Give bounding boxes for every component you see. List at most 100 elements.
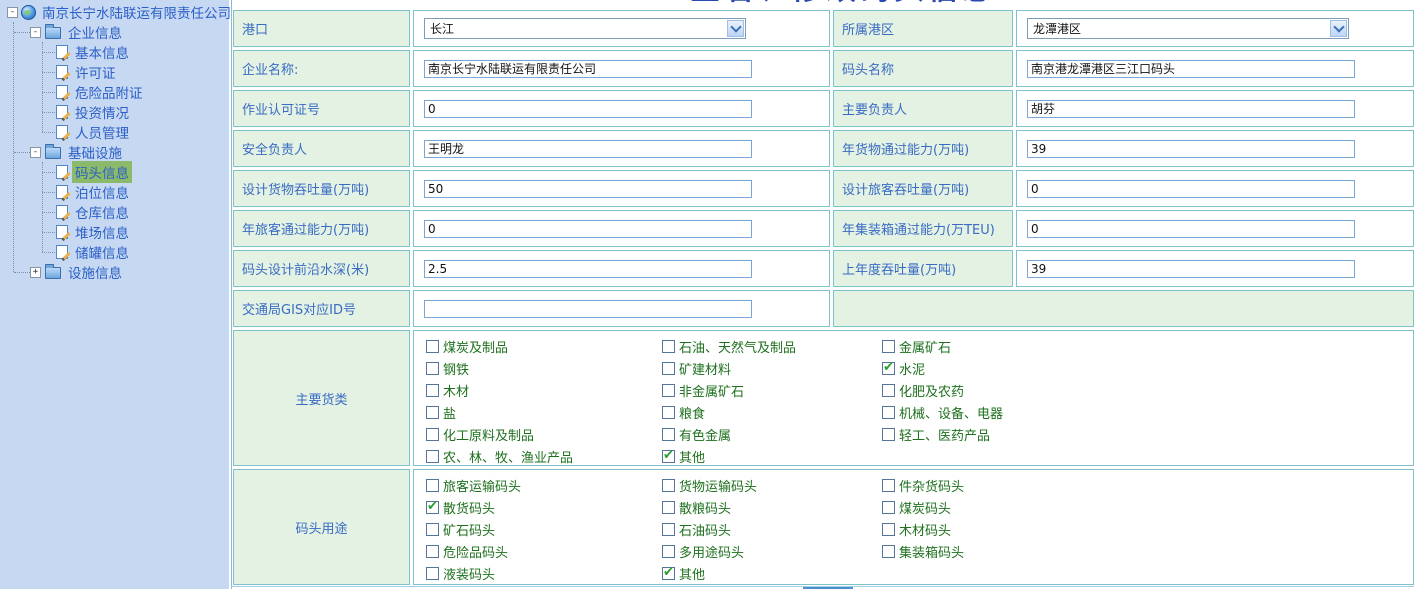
checkbox-label[interactable]: 水泥 bbox=[899, 359, 925, 378]
checkbox-label[interactable]: 木材 bbox=[443, 381, 469, 400]
tree-item-label[interactable]: 基本信息 bbox=[72, 41, 132, 63]
tree-leaf-item[interactable]: 基本信息 bbox=[0, 42, 229, 62]
checkbox[interactable] bbox=[882, 340, 895, 353]
checkbox[interactable] bbox=[662, 545, 675, 558]
checkbox-label[interactable]: 化工原料及制品 bbox=[443, 425, 534, 444]
checkbox-label[interactable]: 机械、设备、电器 bbox=[899, 403, 1003, 422]
tree-expander-icon[interactable]: - bbox=[7, 7, 18, 18]
text-input[interactable] bbox=[1027, 140, 1355, 158]
checkbox[interactable] bbox=[426, 384, 439, 397]
text-input[interactable] bbox=[424, 220, 752, 238]
checkbox[interactable] bbox=[426, 428, 439, 441]
checkbox-label[interactable]: 轻工、医药产品 bbox=[899, 425, 990, 444]
checkbox[interactable] bbox=[426, 406, 439, 419]
checkbox[interactable] bbox=[662, 523, 675, 536]
text-input[interactable] bbox=[424, 140, 752, 158]
text-input[interactable] bbox=[1027, 100, 1355, 118]
checkbox-label[interactable]: 石油码头 bbox=[679, 520, 731, 539]
checkbox-label[interactable]: 危险品码头 bbox=[443, 542, 508, 561]
tree-leaf-item[interactable]: 泊位信息 bbox=[0, 182, 229, 202]
tree-item-label[interactable]: 储罐信息 bbox=[72, 241, 132, 263]
text-input[interactable] bbox=[1027, 60, 1355, 78]
checkbox[interactable] bbox=[882, 384, 895, 397]
checkbox[interactable] bbox=[882, 428, 895, 441]
tree-item-label[interactable]: 堆场信息 bbox=[72, 221, 132, 243]
checkbox-label[interactable]: 多用途码头 bbox=[679, 542, 744, 561]
tree-item-label[interactable]: 仓库信息 bbox=[72, 201, 132, 223]
checkbox[interactable] bbox=[662, 479, 675, 492]
tree-expander-icon[interactable]: - bbox=[30, 27, 41, 38]
checkbox[interactable] bbox=[662, 340, 675, 353]
text-input[interactable] bbox=[1027, 220, 1355, 238]
dropdown[interactable]: 长江 bbox=[424, 18, 746, 39]
text-input[interactable] bbox=[424, 60, 752, 78]
tree-expander-icon[interactable]: - bbox=[30, 147, 41, 158]
text-input[interactable] bbox=[424, 260, 752, 278]
checkbox-label[interactable]: 矿建材料 bbox=[679, 359, 731, 378]
text-input[interactable] bbox=[1027, 180, 1355, 198]
text-input[interactable] bbox=[424, 180, 752, 198]
checkbox-label[interactable]: 农、林、牧、渔业产品 bbox=[443, 447, 573, 466]
checkbox[interactable] bbox=[882, 362, 895, 375]
tree-leaf-item[interactable]: 码头信息 bbox=[0, 162, 229, 182]
text-input[interactable] bbox=[1027, 260, 1355, 278]
dropdown[interactable]: 龙潭港区 bbox=[1027, 18, 1349, 39]
tree-leaf-item[interactable]: 投资情况 bbox=[0, 102, 229, 122]
tree-item-label[interactable]: 投资情况 bbox=[72, 101, 132, 123]
checkbox[interactable] bbox=[882, 501, 895, 514]
checkbox[interactable] bbox=[662, 406, 675, 419]
chevron-down-icon[interactable] bbox=[727, 20, 744, 37]
tree-group-item[interactable]: - 基础设施 bbox=[0, 142, 229, 162]
checkbox[interactable] bbox=[426, 362, 439, 375]
tree-group-item[interactable]: +设施信息 bbox=[0, 262, 229, 282]
tree-root-item[interactable]: -南京长宁水陆联运有限责任公司 bbox=[0, 2, 229, 22]
tree-group-item[interactable]: - 企业信息 bbox=[0, 22, 229, 42]
text-input[interactable] bbox=[424, 300, 752, 318]
checkbox-label[interactable]: 货物运输码头 bbox=[679, 476, 757, 495]
tree-leaf-item[interactable]: 储罐信息 bbox=[0, 242, 229, 262]
tree-item-label[interactable]: 许可证 bbox=[72, 61, 119, 83]
tree-leaf-item[interactable]: 人员管理 bbox=[0, 122, 229, 142]
checkbox[interactable] bbox=[662, 362, 675, 375]
tree-item-label[interactable]: 企业信息 bbox=[65, 21, 125, 43]
checkbox[interactable] bbox=[882, 406, 895, 419]
text-input[interactable] bbox=[424, 100, 752, 118]
tree-leaf-item[interactable]: 仓库信息 bbox=[0, 202, 229, 222]
checkbox-label[interactable]: 其他 bbox=[679, 564, 705, 583]
tree-item-label[interactable]: 码头信息 bbox=[72, 161, 132, 183]
tree-leaf-item[interactable]: 危险品附证 bbox=[0, 82, 229, 102]
checkbox-label[interactable]: 件杂货码头 bbox=[899, 476, 964, 495]
checkbox-label[interactable]: 木材码头 bbox=[899, 520, 951, 539]
checkbox-label[interactable]: 液装码头 bbox=[443, 564, 495, 583]
checkbox[interactable] bbox=[426, 501, 439, 514]
checkbox[interactable] bbox=[662, 567, 675, 580]
checkbox[interactable] bbox=[882, 545, 895, 558]
checkbox-label[interactable]: 化肥及农药 bbox=[899, 381, 964, 400]
checkbox[interactable] bbox=[662, 428, 675, 441]
checkbox[interactable] bbox=[662, 501, 675, 514]
checkbox-label[interactable]: 散粮码头 bbox=[679, 498, 731, 517]
checkbox[interactable] bbox=[426, 340, 439, 353]
tree-item-label[interactable]: 基础设施 bbox=[65, 141, 125, 163]
checkbox-label[interactable]: 煤炭码头 bbox=[899, 498, 951, 517]
checkbox[interactable] bbox=[662, 384, 675, 397]
checkbox-label[interactable]: 金属矿石 bbox=[899, 337, 951, 356]
checkbox[interactable] bbox=[882, 523, 895, 536]
checkbox-label[interactable]: 有色金属 bbox=[679, 425, 731, 444]
checkbox-label[interactable]: 散货码头 bbox=[443, 498, 495, 517]
checkbox-label[interactable]: 其他 bbox=[679, 447, 705, 466]
checkbox[interactable] bbox=[882, 479, 895, 492]
checkbox-label[interactable]: 粮食 bbox=[679, 403, 705, 422]
checkbox-label[interactable]: 盐 bbox=[443, 403, 456, 422]
tree-leaf-item[interactable]: 堆场信息 bbox=[0, 222, 229, 242]
tree-expander-icon[interactable]: + bbox=[30, 267, 41, 278]
checkbox[interactable] bbox=[426, 523, 439, 536]
checkbox-label[interactable]: 矿石码头 bbox=[443, 520, 495, 539]
checkbox-label[interactable]: 煤炭及制品 bbox=[443, 337, 508, 356]
checkbox[interactable] bbox=[426, 545, 439, 558]
checkbox-label[interactable]: 集装箱码头 bbox=[899, 542, 964, 561]
tree-leaf-item[interactable]: 许可证 bbox=[0, 62, 229, 82]
checkbox-label[interactable]: 钢铁 bbox=[443, 359, 469, 378]
tree-item-label[interactable]: 南京长宁水陆联运有限责任公司 bbox=[39, 1, 234, 23]
tree-item-label[interactable]: 泊位信息 bbox=[72, 181, 132, 203]
